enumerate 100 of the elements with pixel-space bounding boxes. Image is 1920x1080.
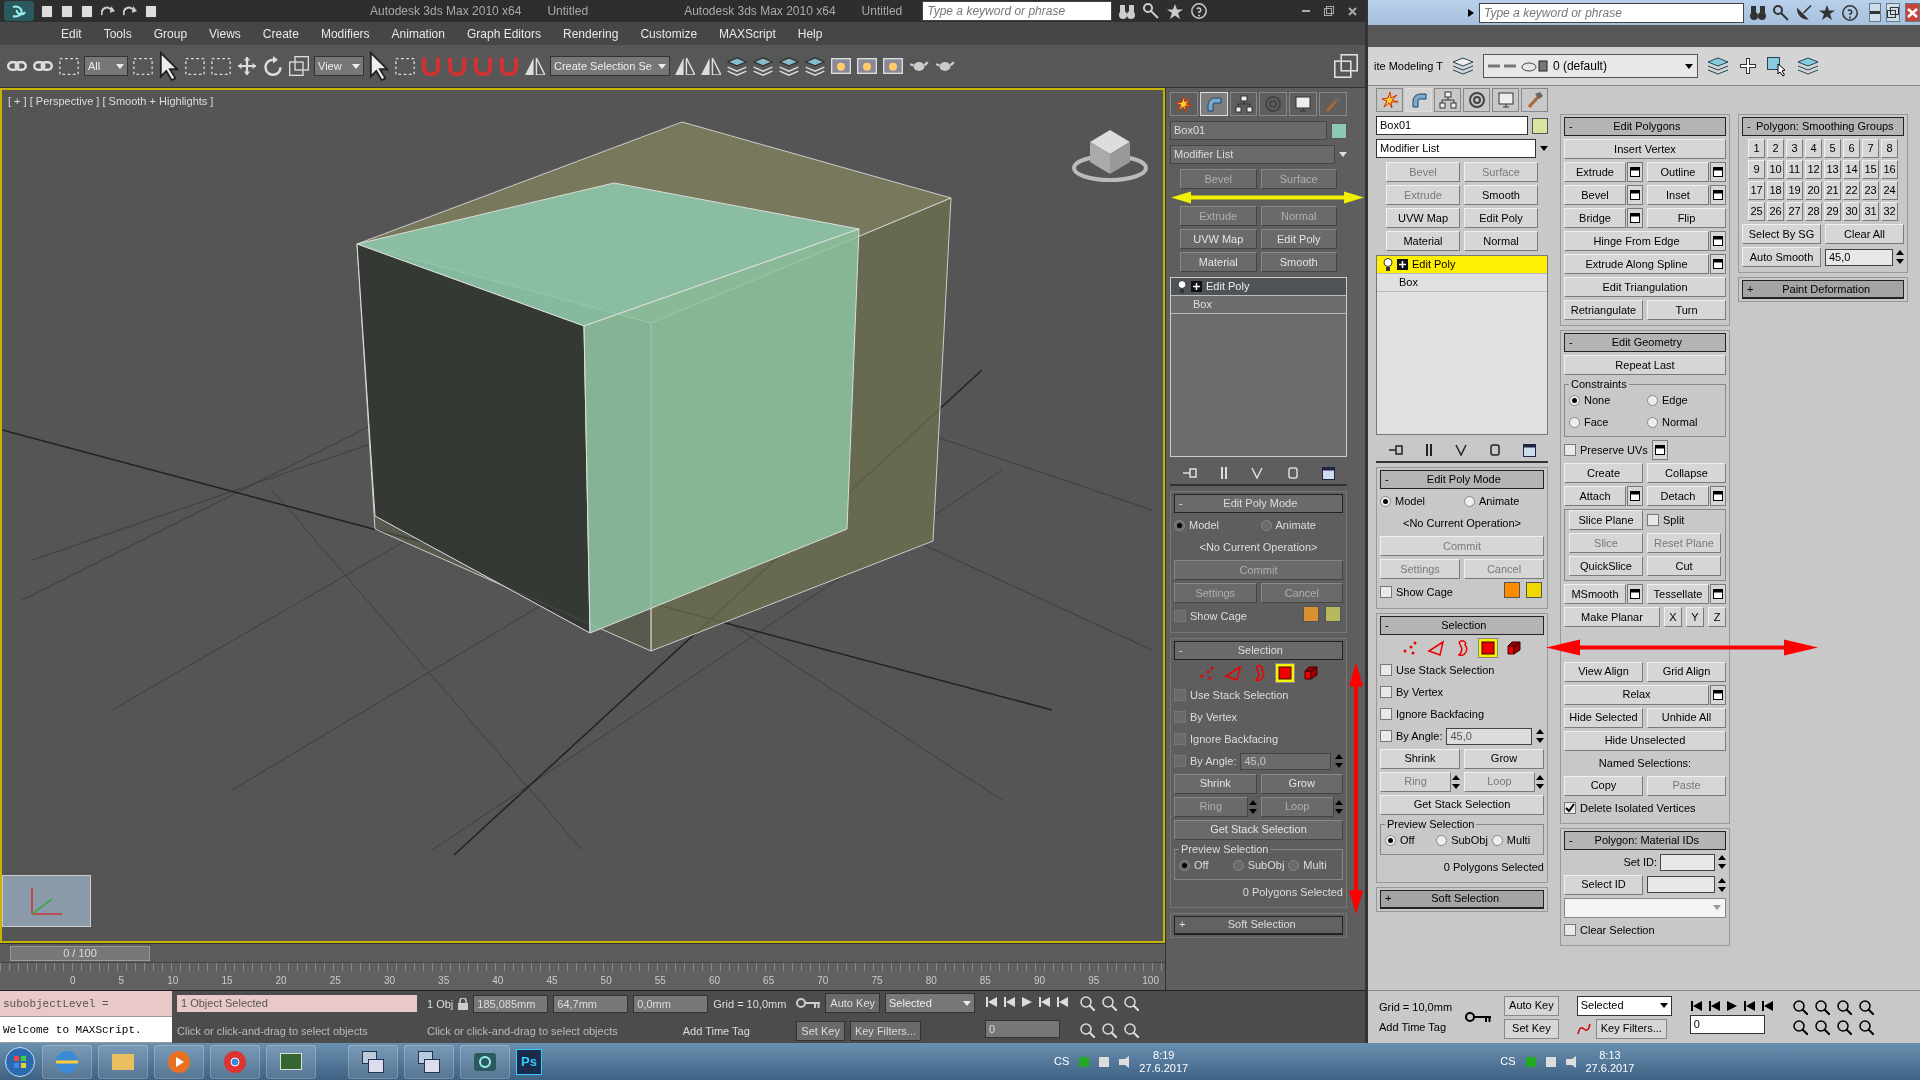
smoothing-group-button[interactable]: 2 [1767,139,1784,158]
tool-button[interactable]: Create [1564,463,1643,483]
object-name-field[interactable]: Box01 [1170,121,1327,140]
rollout-header[interactable]: + Soft Selection [1380,889,1544,909]
spinner-field[interactable]: 45,0 [1825,248,1893,266]
smoothing-group-button[interactable]: 14 [1843,160,1860,179]
tool-button[interactable]: Select ID [1564,874,1643,895]
smoothing-group-button[interactable]: 27 [1786,202,1803,221]
smoothing-group-button[interactable]: 24 [1881,181,1898,200]
rollout-header[interactable]: - Edit Polygons [1564,117,1726,136]
menu-item[interactable]: Customize [629,24,709,43]
tool-button[interactable]: Auto Smooth [1742,247,1821,267]
smoothing-group-button[interactable]: 1 [1748,139,1765,158]
smoothing-group-button[interactable]: 21 [1824,181,1841,200]
smoothing-group-button[interactable]: 26 [1767,202,1784,221]
key-mode-dropdown[interactable]: Selected [885,993,975,1014]
stack-item[interactable]: Edit Poly [1171,278,1346,296]
tool-button[interactable]: Get Stack Selection [1380,794,1544,815]
viewport[interactable]: [ + ] [ Perspective ] [ Smooth + Highlights ] [0,88,1165,943]
modifier-button[interactable]: UVW Map [1386,208,1460,228]
tool-button[interactable]: Repeat Last [1564,355,1726,375]
set-key-button[interactable]: Set Key [796,1020,845,1041]
rollout-header[interactable]: - Selection [1174,640,1343,660]
rollout-header[interactable]: + Paint Deformation [1742,280,1904,299]
rollout-header[interactable]: - Selection [1380,615,1544,635]
smoothing-group-button[interactable]: 30 [1843,202,1860,221]
smoothing-group-button[interactable]: 9 [1748,160,1765,179]
menu-item[interactable]: Animation [380,24,456,43]
smoothing-group-button[interactable]: 32 [1881,202,1898,221]
tool-button[interactable]: Hinge From Edge [1564,231,1709,251]
stack-item[interactable]: Box [1377,274,1547,292]
tool-button[interactable]: Shrink [1380,748,1460,769]
smoothing-group-button[interactable]: 25 [1748,202,1765,221]
smoothing-group-button[interactable]: 11 [1786,160,1803,179]
axis-button[interactable]: Z [1708,607,1726,627]
smoothing-group-button[interactable]: 17 [1748,181,1765,200]
menu-item[interactable]: Graph Editors [455,24,552,43]
menu-item[interactable]: Rendering [552,24,630,43]
smoothing-group-button[interactable]: 31 [1862,202,1879,221]
search-field[interactable]: Type a keyword or phrase [922,1,1113,21]
modifier-stack-list[interactable]: Edit Poly Box [1376,255,1548,435]
menu-item[interactable]: Group [142,24,199,43]
smoothing-group-button[interactable]: 7 [1862,139,1879,158]
tool-button[interactable]: Clear All [1825,224,1904,244]
tool-button[interactable]: Hide Selected [1564,707,1643,728]
tool-button[interactable]: Grow [1464,748,1544,769]
tool-button[interactable]: Insert Vertex [1564,139,1726,159]
smoothing-group-button[interactable]: 6 [1843,139,1860,158]
menu-item[interactable]: Modifiers [309,24,381,43]
stack-item[interactable]: Box [1171,296,1346,314]
tool-button[interactable]: Unhide All [1647,707,1726,728]
rollout-header[interactable]: - Edit Geometry [1564,333,1726,352]
tool-button[interactable]: Edit Triangulation [1564,277,1726,297]
tool-button[interactable]: Flip [1647,208,1726,228]
selection-filter-dropdown[interactable]: All [84,56,128,76]
smoothing-group-button[interactable]: 22 [1843,181,1860,200]
tool-button[interactable]: Select By SG [1742,224,1821,244]
tool-button[interactable]: Outline [1647,162,1709,182]
key-filters-button[interactable]: Key Filters... [1595,1018,1667,1039]
modifier-button[interactable]: Edit Poly [1464,208,1538,228]
tool-button[interactable]: Get Stack Selection [1174,819,1343,840]
smoothing-group-button[interactable]: 19 [1786,181,1803,200]
auto-key-button[interactable]: Auto Key [825,993,880,1014]
tool-button[interactable]: Inset [1647,185,1709,205]
tool-button[interactable]: Collapse [1647,463,1726,483]
tool-button[interactable]: Attach [1564,486,1626,506]
named-selection-dropdown[interactable]: Create Selection Se [550,56,670,76]
smoothing-group-button[interactable]: 20 [1805,181,1822,200]
smoothing-group-button[interactable]: 3 [1786,139,1803,158]
tool-button[interactable]: Bridge [1564,208,1626,228]
photoshop-button[interactable]: Ps [516,1048,542,1075]
modifier-list-dropdown[interactable]: Modifier List [1170,145,1335,164]
smoothing-group-button[interactable]: 28 [1805,202,1822,221]
axis-button[interactable]: X [1664,607,1682,627]
tool-button[interactable]: Tessellate [1647,584,1709,604]
tool-button[interactable]: Cut [1647,556,1721,576]
rollout-header[interactable]: - Edit Poly Mode [1174,494,1343,513]
tool-button[interactable]: Grow [1260,773,1343,794]
tool-button[interactable]: Detach [1647,486,1709,506]
layer-dropdown[interactable]: 0 (default) [1482,54,1698,78]
tool-button[interactable]: QuickSlice [1569,556,1643,576]
auto-key-button[interactable]: Auto Key [1504,995,1559,1016]
smoothing-group-button[interactable]: 18 [1767,181,1784,200]
menu-item[interactable]: MAXScript [708,24,787,43]
modifier-button[interactable]: Material [1180,252,1257,272]
modifier-button[interactable]: UVW Map [1180,229,1257,249]
smoothing-group-button[interactable]: 15 [1862,160,1879,179]
smoothing-group-button[interactable]: 29 [1824,202,1841,221]
modifier-button[interactable]: Edit Poly [1260,229,1337,249]
axis-button[interactable]: Y [1686,607,1704,627]
coordinate-system-dropdown[interactable]: View [314,56,364,76]
tool-button[interactable]: Extrude Along Spline [1564,254,1709,274]
key-filters-button[interactable]: Key Filters... [849,1020,921,1041]
tool-button[interactable]: Retriangulate [1564,300,1643,320]
add-time-tag[interactable]: Add Time Tag [1379,1018,1453,1035]
modifier-stack-list[interactable]: Edit Poly Box [1170,277,1347,457]
tool-button[interactable]: Grid Align [1647,661,1726,682]
tool-button[interactable]: View Align [1564,661,1643,682]
menu-item[interactable]: Tools [92,24,143,43]
menu-item[interactable]: Views [198,24,252,43]
